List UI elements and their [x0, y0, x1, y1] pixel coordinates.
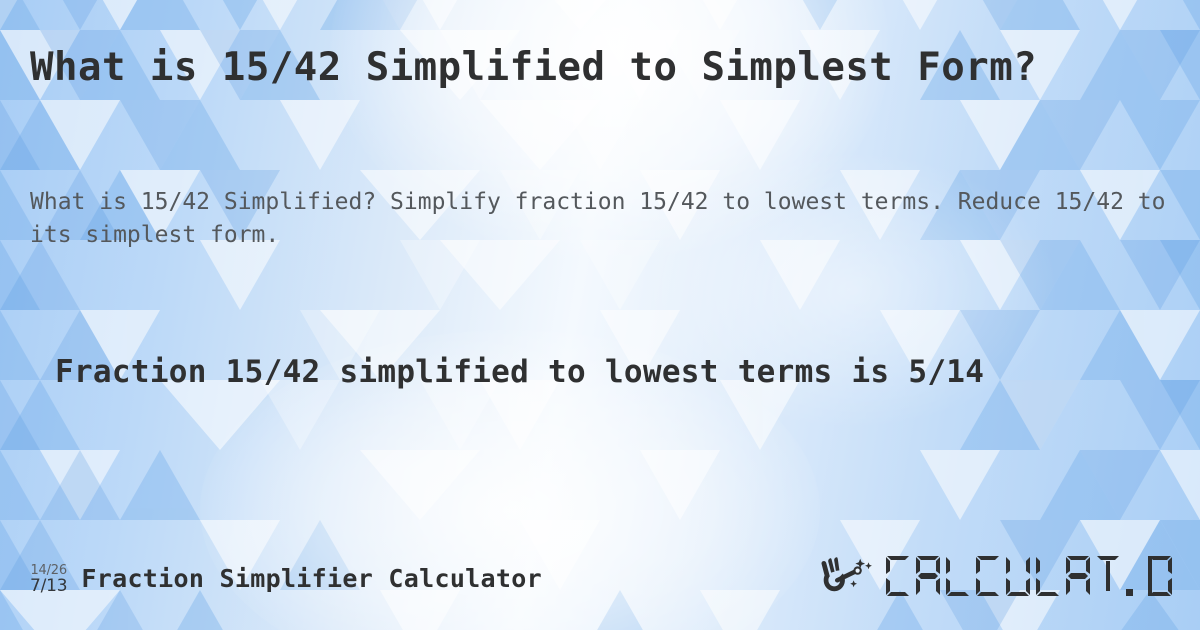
content-area: What is 15/42 Simplified to Simplest For… — [0, 0, 1200, 630]
footer-bar: 14/26 7/13 Fraction Simplifier Calculato… — [30, 550, 1174, 606]
fraction-reduce-icon: 14/26 7/13 — [30, 562, 68, 596]
fraction-icon-bottom-value: 7/13 — [30, 575, 68, 596]
brand-wordmark — [884, 554, 1174, 602]
fraction-icon-top-value: 14/26 — [30, 562, 67, 578]
footer-calculator-title: Fraction Simplifier Calculator — [81, 563, 542, 593]
brand-logo[interactable] — [818, 554, 1174, 602]
magic-wand-hand-icon — [818, 555, 876, 601]
og-image-canvas: What is 15/42 Simplified to Simplest For… — [0, 0, 1200, 630]
footer-left-group: 14/26 7/13 Fraction Simplifier Calculato… — [30, 562, 542, 595]
page-title: What is 15/42 Simplified to Simplest For… — [30, 45, 1038, 90]
simplified-result-text: Fraction 15/42 simplified to lowest term… — [55, 354, 985, 390]
page-subtitle: What is 15/42 Simplified? Simplify fract… — [30, 189, 1166, 248]
